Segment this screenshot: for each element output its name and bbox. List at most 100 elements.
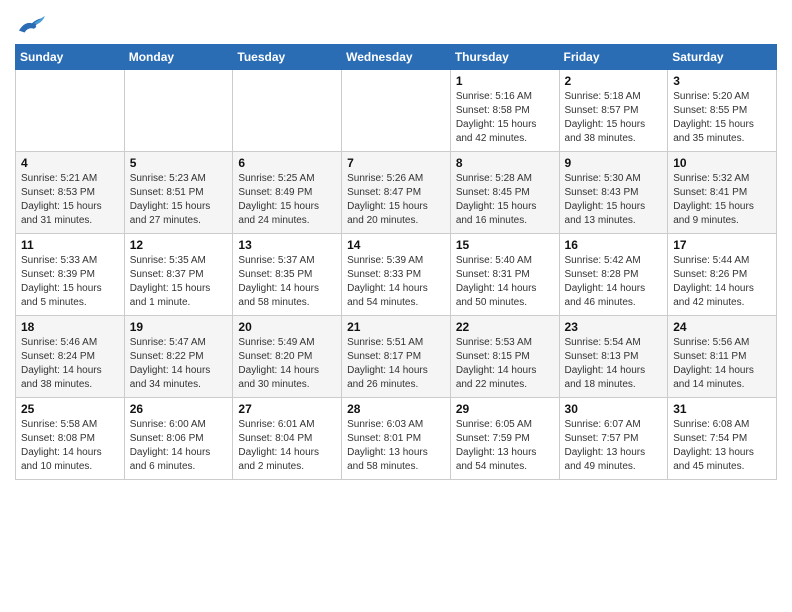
- day-cell-9: 9Sunrise: 5:30 AM Sunset: 8:43 PM Daylig…: [559, 152, 668, 234]
- day-cell-1: 1 Sunrise: 5:16 AM Sunset: 8:58 PM Daylig…: [450, 70, 559, 152]
- day-number: 10: [673, 156, 771, 170]
- weekday-header-row: SundayMondayTuesdayWednesdayThursdayFrid…: [16, 45, 777, 70]
- logo-bird-icon: [17, 14, 45, 38]
- calendar-table: SundayMondayTuesdayWednesdayThursdayFrid…: [15, 44, 777, 480]
- weekday-header-sunday: Sunday: [16, 45, 125, 70]
- day-cell-22: 22Sunrise: 5:53 AM Sunset: 8:15 PM Dayli…: [450, 316, 559, 398]
- day-cell-26: 26 Sunrise: 6:00 AM Sunset: 8:06 PM Dayli…: [124, 398, 233, 480]
- day-number: 29: [456, 402, 554, 416]
- day-number: 13: [238, 238, 336, 252]
- day-cell-28: 28Sunrise: 6:03 AM Sunset: 8:01 PM Dayli…: [342, 398, 451, 480]
- day-info: Sunrise: 5:28 AM Sunset: 8:45 PM Dayligh…: [456, 172, 554, 228]
- empty-cell: [16, 70, 125, 152]
- day-number: 7: [347, 156, 445, 170]
- day-info: Sunrise: 5:51 AM Sunset: 8:17 PM Dayligh…: [347, 336, 445, 392]
- day-info: Sunrise: 5:16 AM Sunset: 8:58 PM Dayligh…: [456, 90, 554, 146]
- day-number: 21: [347, 320, 445, 334]
- day-cell-29: 29 Sunrise: 6:05 AM Sunset: 7:59 PM Dayli…: [450, 398, 559, 480]
- day-info: Sunrise: 5:40 AM Sunset: 8:31 PM Dayligh…: [456, 254, 554, 310]
- day-cell-19: 19Sunrise: 5:47 AM Sunset: 8:22 PM Dayli…: [124, 316, 233, 398]
- weekday-header-friday: Friday: [559, 45, 668, 70]
- weekday-header-thursday: Thursday: [450, 45, 559, 70]
- day-info: Sunrise: 5:26 AM Sunset: 8:47 PM Dayligh…: [347, 172, 445, 228]
- day-number: 31: [673, 402, 771, 416]
- day-info: Sunrise: 5:23 AM Sunset: 8:51 PM Dayligh…: [130, 172, 228, 228]
- day-cell-23: 23 Sunrise: 5:54 AM Sunset: 8:13 PM Dayli…: [559, 316, 668, 398]
- day-number: 20: [238, 320, 336, 334]
- day-info: Sunrise: 5:49 AM Sunset: 8:20 PM Dayligh…: [238, 336, 336, 392]
- day-info: Sunrise: 5:37 AM Sunset: 8:35 PM Dayligh…: [238, 254, 336, 310]
- day-cell-30: 30Sunrise: 6:07 AM Sunset: 7:57 PM Dayli…: [559, 398, 668, 480]
- day-number: 12: [130, 238, 228, 252]
- day-info: Sunrise: 5:42 AM Sunset: 8:28 PM Dayligh…: [565, 254, 663, 310]
- day-info: Sunrise: 5:25 AM Sunset: 8:49 PM Dayligh…: [238, 172, 336, 228]
- day-number: 28: [347, 402, 445, 416]
- day-info: Sunrise: 6:08 AM Sunset: 7:54 PM Dayligh…: [673, 418, 771, 474]
- day-info: Sunrise: 6:01 AM Sunset: 8:04 PM Dayligh…: [238, 418, 336, 474]
- week-row-2: 4 Sunrise: 5:21 AM Sunset: 8:53 PM Daylig…: [16, 152, 777, 234]
- weekday-header-wednesday: Wednesday: [342, 45, 451, 70]
- empty-cell: [124, 70, 233, 152]
- day-cell-21: 21 Sunrise: 5:51 AM Sunset: 8:17 PM Dayli…: [342, 316, 451, 398]
- day-number: 3: [673, 74, 771, 88]
- logo: [15, 14, 45, 38]
- day-number: 22: [456, 320, 554, 334]
- weekday-header-monday: Monday: [124, 45, 233, 70]
- day-number: 30: [565, 402, 663, 416]
- weekday-header-tuesday: Tuesday: [233, 45, 342, 70]
- day-number: 25: [21, 402, 119, 416]
- day-info: Sunrise: 5:21 AM Sunset: 8:53 PM Dayligh…: [21, 172, 119, 228]
- day-cell-25: 25Sunrise: 5:58 AM Sunset: 8:08 PM Dayli…: [16, 398, 125, 480]
- day-info: Sunrise: 6:05 AM Sunset: 7:59 PM Dayligh…: [456, 418, 554, 474]
- day-info: Sunrise: 5:35 AM Sunset: 8:37 PM Dayligh…: [130, 254, 228, 310]
- day-cell-11: 11 Sunrise: 5:33 AM Sunset: 8:39 PM Dayli…: [16, 234, 125, 316]
- day-number: 26: [130, 402, 228, 416]
- empty-cell: [233, 70, 342, 152]
- day-info: Sunrise: 5:47 AM Sunset: 8:22 PM Dayligh…: [130, 336, 228, 392]
- day-info: Sunrise: 5:18 AM Sunset: 8:57 PM Dayligh…: [565, 90, 663, 146]
- day-info: Sunrise: 5:33 AM Sunset: 8:39 PM Dayligh…: [21, 254, 119, 310]
- day-number: 16: [565, 238, 663, 252]
- week-row-4: 18 Sunrise: 5:46 AM Sunset: 8:24 PM Dayli…: [16, 316, 777, 398]
- day-cell-16: 16 Sunrise: 5:42 AM Sunset: 8:28 PM Dayli…: [559, 234, 668, 316]
- day-info: Sunrise: 5:56 AM Sunset: 8:11 PM Dayligh…: [673, 336, 771, 392]
- day-number: 18: [21, 320, 119, 334]
- day-cell-15: 15Sunrise: 5:40 AM Sunset: 8:31 PM Dayli…: [450, 234, 559, 316]
- day-info: Sunrise: 5:32 AM Sunset: 8:41 PM Dayligh…: [673, 172, 771, 228]
- day-number: 9: [565, 156, 663, 170]
- day-cell-24: 24 Sunrise: 5:56 AM Sunset: 8:11 PM Dayli…: [668, 316, 777, 398]
- day-number: 1: [456, 74, 554, 88]
- day-info: Sunrise: 5:39 AM Sunset: 8:33 PM Dayligh…: [347, 254, 445, 310]
- day-number: 4: [21, 156, 119, 170]
- day-number: 24: [673, 320, 771, 334]
- header: [15, 10, 777, 38]
- day-cell-6: 6 Sunrise: 5:25 AM Sunset: 8:49 PM Daylig…: [233, 152, 342, 234]
- day-number: 23: [565, 320, 663, 334]
- day-info: Sunrise: 5:44 AM Sunset: 8:26 PM Dayligh…: [673, 254, 771, 310]
- day-cell-20: 20 Sunrise: 5:49 AM Sunset: 8:20 PM Dayli…: [233, 316, 342, 398]
- day-cell-8: 8 Sunrise: 5:28 AM Sunset: 8:45 PM Daylig…: [450, 152, 559, 234]
- day-cell-17: 17 Sunrise: 5:44 AM Sunset: 8:26 PM Dayli…: [668, 234, 777, 316]
- week-row-1: 1 Sunrise: 5:16 AM Sunset: 8:58 PM Daylig…: [16, 70, 777, 152]
- day-number: 17: [673, 238, 771, 252]
- day-number: 14: [347, 238, 445, 252]
- day-info: Sunrise: 5:20 AM Sunset: 8:55 PM Dayligh…: [673, 90, 771, 146]
- day-number: 2: [565, 74, 663, 88]
- day-number: 6: [238, 156, 336, 170]
- day-cell-4: 4 Sunrise: 5:21 AM Sunset: 8:53 PM Daylig…: [16, 152, 125, 234]
- calendar-page: SundayMondayTuesdayWednesdayThursdayFrid…: [0, 0, 792, 490]
- day-cell-7: 7 Sunrise: 5:26 AM Sunset: 8:47 PM Daylig…: [342, 152, 451, 234]
- day-number: 11: [21, 238, 119, 252]
- day-cell-18: 18 Sunrise: 5:46 AM Sunset: 8:24 PM Dayli…: [16, 316, 125, 398]
- day-cell-3: 3 Sunrise: 5:20 AM Sunset: 8:55 PM Daylig…: [668, 70, 777, 152]
- day-number: 27: [238, 402, 336, 416]
- day-cell-31: 31 Sunrise: 6:08 AM Sunset: 7:54 PM Dayli…: [668, 398, 777, 480]
- day-cell-14: 14 Sunrise: 5:39 AM Sunset: 8:33 PM Dayli…: [342, 234, 451, 316]
- day-info: Sunrise: 5:46 AM Sunset: 8:24 PM Dayligh…: [21, 336, 119, 392]
- day-info: Sunrise: 5:54 AM Sunset: 8:13 PM Dayligh…: [565, 336, 663, 392]
- day-number: 8: [456, 156, 554, 170]
- weekday-header-saturday: Saturday: [668, 45, 777, 70]
- day-info: Sunrise: 6:00 AM Sunset: 8:06 PM Dayligh…: [130, 418, 228, 474]
- day-cell-2: 2 Sunrise: 5:18 AM Sunset: 8:57 PM Daylig…: [559, 70, 668, 152]
- day-number: 5: [130, 156, 228, 170]
